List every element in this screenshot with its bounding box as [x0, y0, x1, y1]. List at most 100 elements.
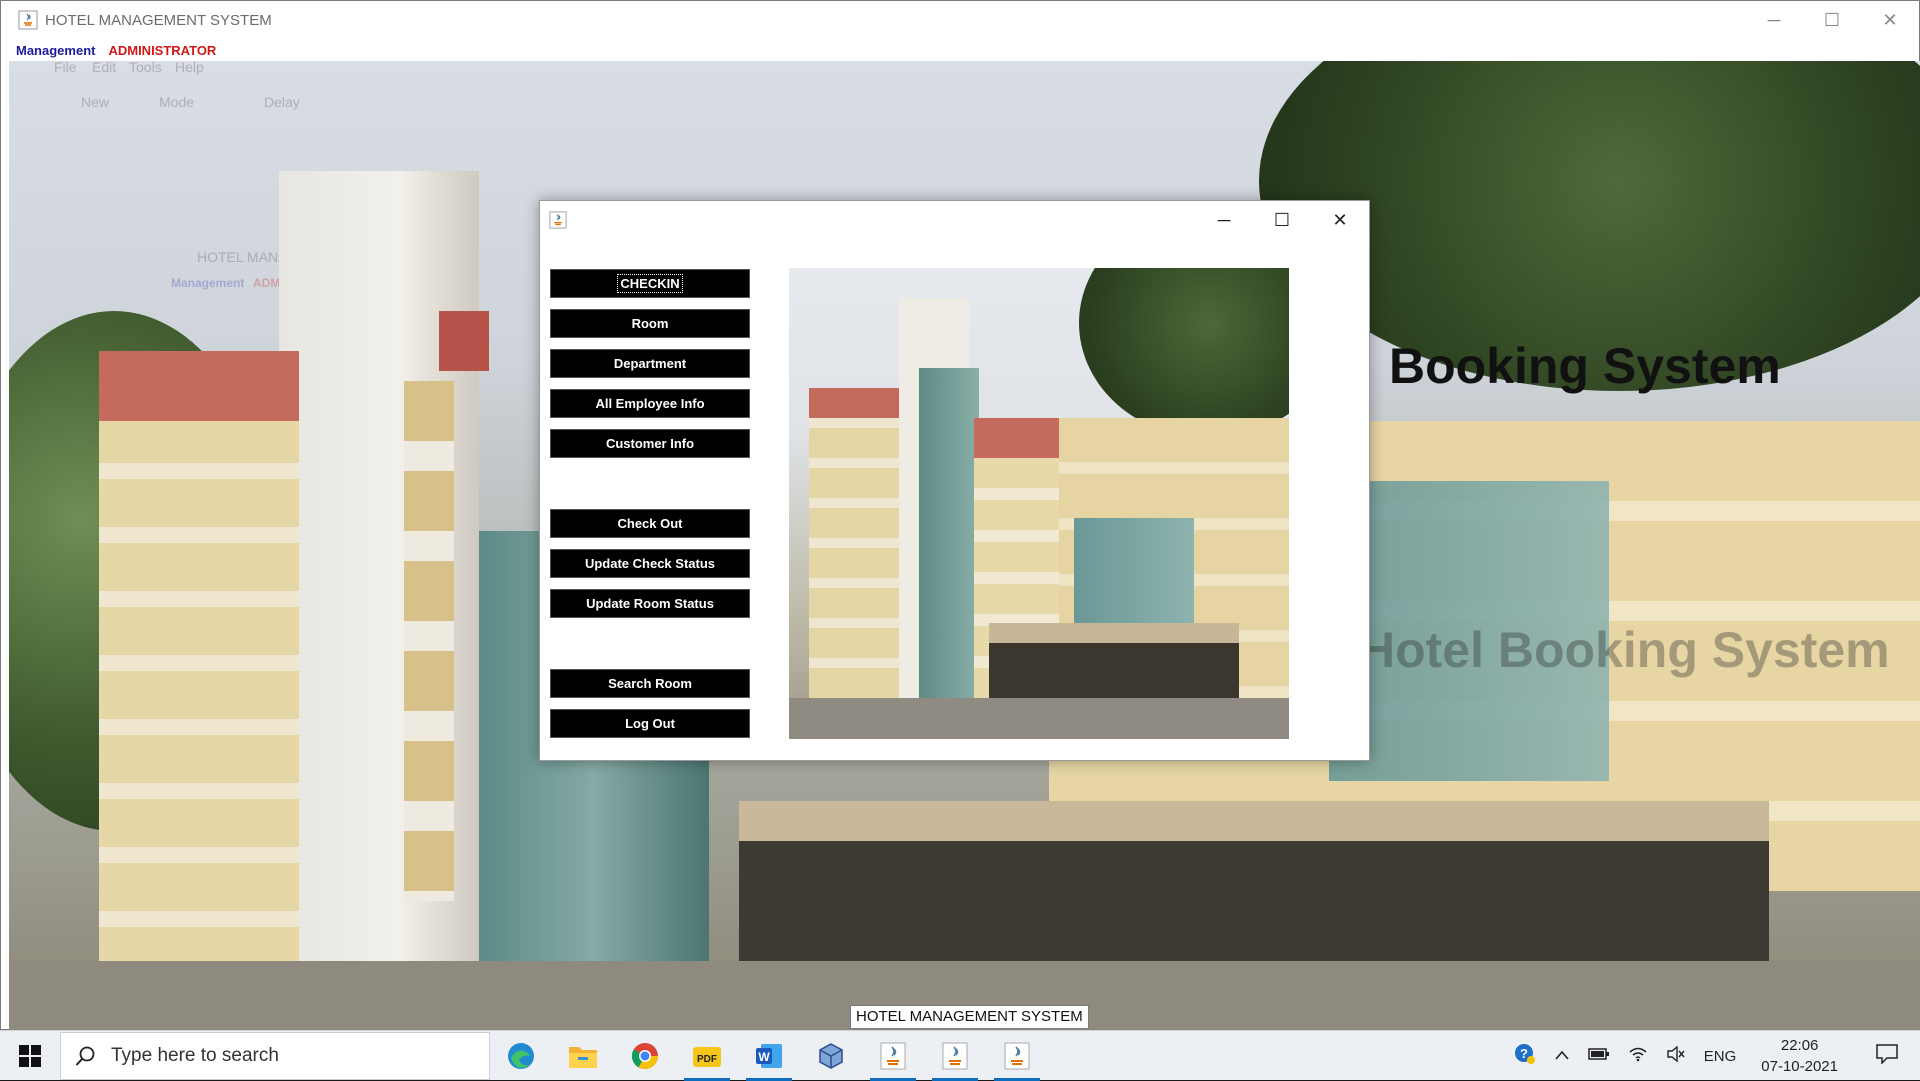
photo-tree-right [1079, 268, 1289, 438]
room-button[interactable]: Room [550, 309, 750, 338]
svg-text:?: ? [1520, 1046, 1528, 1061]
start-button[interactable] [0, 1031, 60, 1081]
building-entrance [739, 801, 1769, 841]
search-icon [75, 1046, 95, 1066]
dialog-close-button[interactable]: ✕ [1311, 201, 1369, 239]
clock-date: 07-10-2021 [1761, 1058, 1838, 1075]
taskbar-file-explorer[interactable] [552, 1031, 614, 1081]
menu-management[interactable]: Management [16, 43, 95, 58]
notification-icon [1876, 1044, 1898, 1065]
taskbar-edge[interactable] [490, 1031, 552, 1081]
main-menubar: Management ADMINISTRATOR [1, 39, 1919, 61]
java-icon [1004, 1042, 1030, 1069]
ghost-menu-edit: Edit [92, 61, 117, 75]
hotel-photo [789, 268, 1289, 739]
customer-info-button-label: Customer Info [605, 436, 695, 451]
ghost-menu-tools: Tools [129, 61, 162, 75]
taskbar-search-box[interactable]: Type here to search [60, 1031, 490, 1080]
taskbar-word[interactable]: W [738, 1031, 800, 1081]
checkin-button[interactable]: CHECKIN [550, 269, 750, 298]
checkin-button-label: CHECKIN [617, 274, 683, 293]
3d-box-icon [819, 1042, 843, 1069]
department-button[interactable]: Department [550, 349, 750, 378]
volume-muted-icon [1667, 1045, 1685, 1063]
chrome-icon [631, 1042, 659, 1069]
help-icon: ? [1514, 1044, 1535, 1064]
minimize-button[interactable]: ─ [1745, 1, 1803, 39]
close-button[interactable]: ✕ [1861, 1, 1919, 39]
taskbar-java-1[interactable] [862, 1031, 924, 1081]
ghost-menu-help: Help [175, 61, 204, 75]
check-out-button-label: Check Out [617, 516, 683, 531]
taskbar: Type here to search PDF W ? ENG 22:06 07… [0, 1030, 1920, 1081]
room-button-label: Room [631, 316, 669, 331]
tray-network[interactable] [1619, 1046, 1657, 1066]
photo-left-wing [809, 388, 899, 718]
battery-icon [1588, 1048, 1609, 1060]
dialog-minimize-button[interactable]: ─ [1195, 201, 1253, 239]
taskbar-java-2[interactable] [924, 1031, 986, 1081]
pdf-icon: PDF [693, 1046, 721, 1067]
clock-time: 22:06 [1780, 1037, 1819, 1054]
dialog-titlebar[interactable]: ─ ☐ ✕ [540, 201, 1369, 239]
photo-entrance [989, 623, 1239, 643]
search-room-button-label: Search Room [608, 676, 692, 691]
building-tower-stripe [439, 311, 489, 371]
dialog-window-controls: ─ ☐ ✕ [1195, 201, 1369, 239]
system-tray: ? ENG 22:06 07-10-2021 [1505, 1031, 1920, 1081]
background-ghost-heading: Hotel Booking System [1359, 622, 1890, 678]
update-room-status-button[interactable]: Update Room Status [550, 589, 750, 618]
maximize-button[interactable]: ☐ [1803, 1, 1861, 39]
java-app-icon [549, 211, 567, 229]
update-room-status-button-label: Update Room Status [586, 596, 714, 611]
chevron-up-icon [1555, 1050, 1569, 1060]
edge-icon [508, 1042, 534, 1069]
taskbar-tooltip: HOTEL MANAGEMENT SYSTEM [850, 1005, 1089, 1029]
all-employee-info-button[interactable]: All Employee Info [550, 389, 750, 418]
check-out-button[interactable]: Check Out [550, 509, 750, 538]
search-room-button[interactable]: Search Room [550, 669, 750, 698]
ghost-toolbar-delay: Delay [264, 94, 300, 110]
file-explorer-icon [569, 1046, 597, 1068]
ghost-window-menu-management: Management [171, 276, 245, 290]
log-out-button[interactable]: Log Out [550, 709, 750, 738]
update-check-status-button-label: Update Check Status [584, 556, 716, 571]
tray-notifications[interactable] [1854, 1044, 1920, 1068]
svg-text:W: W [758, 1050, 770, 1064]
svg-text:PDF: PDF [697, 1054, 717, 1065]
java-icon [942, 1042, 968, 1069]
photo-ground [789, 698, 1289, 739]
hotel-menu-dialog: ─ ☐ ✕ CHECKIN Room Department All Employ… [539, 200, 1370, 761]
main-window-title: HOTEL MANAGEMENT SYSTEM [45, 11, 272, 29]
dialog-maximize-button[interactable]: ☐ [1253, 201, 1311, 239]
taskbar-pdf[interactable]: PDF [676, 1031, 738, 1081]
word-icon: W [756, 1043, 782, 1068]
customer-info-button[interactable]: Customer Info [550, 429, 750, 458]
java-icon [880, 1042, 906, 1069]
background-heading: Booking System [1389, 338, 1781, 394]
update-check-status-button[interactable]: Update Check Status [550, 549, 750, 578]
tray-battery[interactable] [1579, 1047, 1619, 1065]
search-placeholder: Type here to search [111, 1044, 279, 1066]
windows-logo-icon [19, 1044, 41, 1067]
entrance-shade [739, 841, 1769, 981]
main-titlebar[interactable]: HOTEL MANAGEMENT SYSTEM ─ ☐ ✕ [1, 1, 1919, 39]
tray-clock[interactable]: 22:06 07-10-2021 [1745, 1035, 1854, 1077]
tray-overflow[interactable] [1545, 1048, 1579, 1065]
main-window-controls: ─ ☐ ✕ [1745, 1, 1919, 39]
tray-help[interactable]: ? [1505, 1043, 1545, 1069]
menu-administrator[interactable]: ADMINISTRATOR [108, 43, 216, 58]
building-left-wing-red [99, 351, 299, 421]
ghost-toolbar-mode: Mode [159, 94, 195, 110]
photo-entrance-shade [989, 643, 1239, 703]
tray-volume[interactable] [1657, 1045, 1695, 1066]
building-left-wing [99, 351, 299, 971]
tray-language[interactable]: ENG [1695, 1048, 1746, 1065]
department-button-label: Department [613, 356, 687, 371]
photo-glass [919, 368, 979, 708]
taskbar-java-3[interactable] [986, 1031, 1048, 1081]
photo-left-wing-red [809, 388, 899, 418]
taskbar-3d-app[interactable] [800, 1031, 862, 1081]
log-out-button-label: Log Out [625, 716, 675, 731]
taskbar-chrome[interactable] [614, 1031, 676, 1081]
